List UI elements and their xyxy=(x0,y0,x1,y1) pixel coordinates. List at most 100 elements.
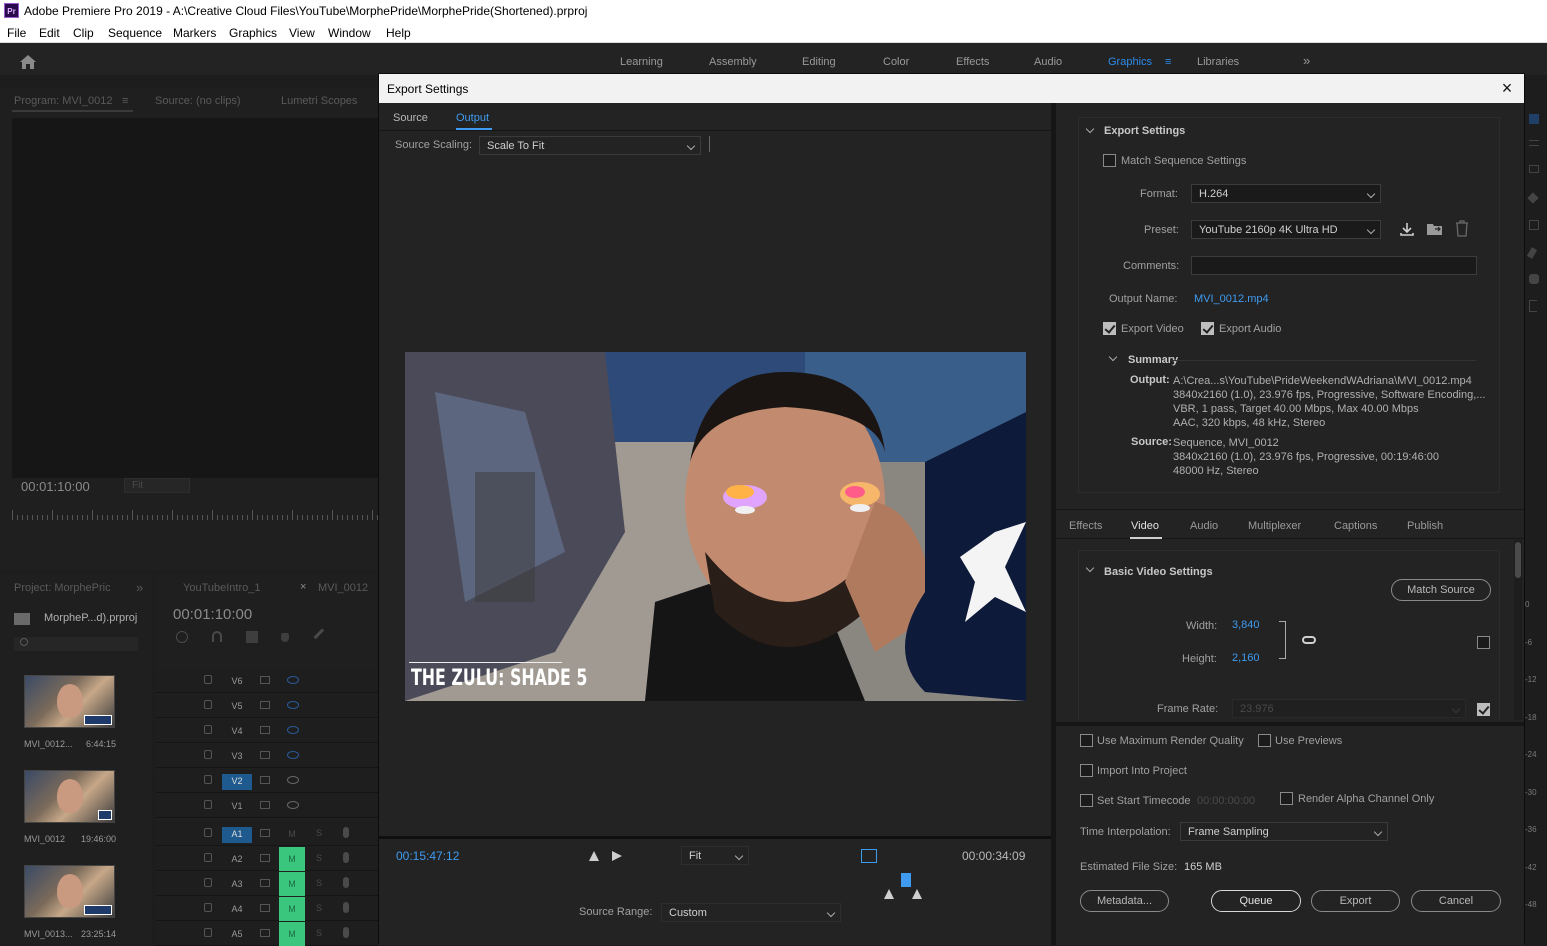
tab-close-icon[interactable]: × xyxy=(300,581,306,593)
menu-file[interactable]: File xyxy=(7,26,26,40)
linked-selection-icon[interactable] xyxy=(246,631,258,643)
eye-icon[interactable] xyxy=(287,776,299,784)
menu-edit[interactable]: Edit xyxy=(39,26,60,40)
solo-button[interactable]: S xyxy=(316,878,322,888)
track-row-v3[interactable]: V3 xyxy=(156,744,378,768)
track-name[interactable]: A4 xyxy=(222,902,252,918)
cancel-button[interactable]: Cancel xyxy=(1411,890,1501,912)
microphone-icon[interactable] xyxy=(343,827,349,838)
tab-video[interactable]: Video xyxy=(1131,520,1159,532)
tab-multiplexer[interactable]: Multiplexer xyxy=(1248,520,1301,532)
preset-dropdown[interactable]: YouTube 2160p 4K Ultra HD xyxy=(1191,220,1381,239)
menu-clip[interactable]: Clip xyxy=(73,26,94,40)
track-row-a1[interactable]: A1 M S xyxy=(156,822,378,846)
track-name[interactable]: V4 xyxy=(222,724,252,740)
track-row-v2[interactable]: V2 xyxy=(156,769,378,793)
track-row-v4[interactable]: V4 xyxy=(156,719,378,743)
lock-icon[interactable] xyxy=(204,903,212,912)
track-row-v6[interactable]: V6 xyxy=(156,669,378,693)
program-timecode[interactable]: 00:01:10:00 xyxy=(21,479,90,494)
workspace-color[interactable]: Color xyxy=(883,56,909,68)
track-name[interactable]: A3 xyxy=(222,877,252,893)
track-name[interactable]: A5 xyxy=(222,927,252,943)
tab-program-monitor[interactable]: Program: MVI_0012 xyxy=(14,95,112,107)
width-height-checkbox[interactable] xyxy=(1477,636,1490,649)
ripple-edit-icon[interactable] xyxy=(1529,165,1539,173)
solo-button[interactable]: S xyxy=(316,853,322,863)
playhead-icon[interactable] xyxy=(901,873,911,887)
sync-lock-icon[interactable] xyxy=(260,801,270,809)
menu-sequence[interactable]: Sequence xyxy=(108,26,162,40)
wrench-icon[interactable] xyxy=(313,628,331,646)
mute-button[interactable]: M xyxy=(279,872,305,896)
menu-graphics[interactable]: Graphics xyxy=(229,26,277,40)
preview-scrubber-bar[interactable] xyxy=(379,836,1051,839)
project-search-input[interactable] xyxy=(14,637,138,651)
out-point-handle-icon[interactable] xyxy=(912,889,922,899)
sync-lock-icon[interactable] xyxy=(260,929,270,937)
start-timecode-checkbox[interactable] xyxy=(1080,794,1093,807)
solo-button[interactable]: S xyxy=(316,828,322,838)
microphone-icon[interactable] xyxy=(343,877,349,888)
workspace-learning[interactable]: Learning xyxy=(620,56,663,68)
track-name[interactable]: V5 xyxy=(222,699,252,715)
output-name-link[interactable]: MVI_0012.mp4 xyxy=(1194,293,1269,305)
microphone-icon[interactable] xyxy=(343,852,349,863)
lock-icon[interactable] xyxy=(204,828,212,837)
clip-thumbnail[interactable] xyxy=(24,865,115,918)
workspace-libraries[interactable]: Libraries xyxy=(1197,56,1239,68)
hand-tool-icon[interactable] xyxy=(1529,274,1539,284)
solo-button[interactable]: S xyxy=(316,903,322,913)
lock-icon[interactable] xyxy=(204,853,212,862)
mute-button[interactable]: M xyxy=(279,922,305,946)
workspace-effects[interactable]: Effects xyxy=(956,56,989,68)
eye-icon[interactable] xyxy=(287,726,299,734)
import-project-checkbox[interactable] xyxy=(1080,764,1093,777)
lock-icon[interactable] xyxy=(204,700,212,709)
sync-lock-icon[interactable] xyxy=(260,701,270,709)
close-icon[interactable]: × xyxy=(1498,79,1516,97)
lock-icon[interactable] xyxy=(204,800,212,809)
razor-tool-icon[interactable] xyxy=(1527,192,1539,204)
eye-icon[interactable] xyxy=(287,701,299,709)
track-name[interactable]: A1 xyxy=(222,827,252,843)
lock-icon[interactable] xyxy=(204,725,212,734)
track-row-a3[interactable]: A3 M S xyxy=(156,872,378,896)
chain-link-icon[interactable] xyxy=(1302,636,1316,644)
sync-lock-icon[interactable] xyxy=(260,829,270,837)
workspace-menu-icon[interactable]: ≡ xyxy=(1165,56,1171,68)
mark-in-icon[interactable] xyxy=(589,851,599,861)
sync-lock-icon[interactable] xyxy=(260,726,270,734)
track-name[interactable]: V6 xyxy=(222,674,252,690)
type-tool-icon[interactable] xyxy=(1529,300,1537,312)
track-name[interactable]: A2 xyxy=(222,852,252,868)
tab-captions[interactable]: Captions xyxy=(1334,520,1377,532)
tab-sequence-mvi[interactable]: MVI_0012 xyxy=(318,582,368,594)
tab-source[interactable]: Source xyxy=(393,112,428,124)
render-alpha-checkbox[interactable] xyxy=(1280,792,1293,805)
panel-menu-icon[interactable]: ≡ xyxy=(122,95,128,107)
menu-window[interactable]: Window xyxy=(328,26,371,40)
track-name[interactable]: V3 xyxy=(222,749,252,765)
lock-icon[interactable] xyxy=(204,675,212,684)
timecode-current[interactable]: 00:15:47:12 xyxy=(396,849,459,863)
eye-icon[interactable] xyxy=(287,751,299,759)
track-row-v5[interactable]: V5 xyxy=(156,694,378,718)
tab-lumetri-scopes[interactable]: Lumetri Scopes xyxy=(281,95,357,107)
menu-help[interactable]: Help xyxy=(386,26,411,40)
export-button[interactable]: Export xyxy=(1311,890,1400,912)
track-row-a2[interactable]: A2 M S xyxy=(156,847,378,871)
frame-rate-dropdown[interactable]: 23.976 xyxy=(1232,699,1466,718)
microphone-icon[interactable] xyxy=(343,902,349,913)
delete-preset-icon[interactable] xyxy=(1455,220,1469,237)
home-icon[interactable] xyxy=(19,54,37,70)
match-source-button[interactable]: Match Source xyxy=(1391,579,1491,601)
metadata-button[interactable]: Metadata... xyxy=(1080,890,1169,912)
settings-scrollbar[interactable] xyxy=(1514,540,1522,720)
track-row-a5[interactable]: A5 M S xyxy=(156,922,378,946)
eye-icon[interactable] xyxy=(287,801,299,809)
nest-icon[interactable] xyxy=(176,631,188,643)
mute-button[interactable]: M xyxy=(279,847,305,871)
track-name[interactable]: V1 xyxy=(222,799,252,815)
workspace-editing[interactable]: Editing xyxy=(802,56,836,68)
